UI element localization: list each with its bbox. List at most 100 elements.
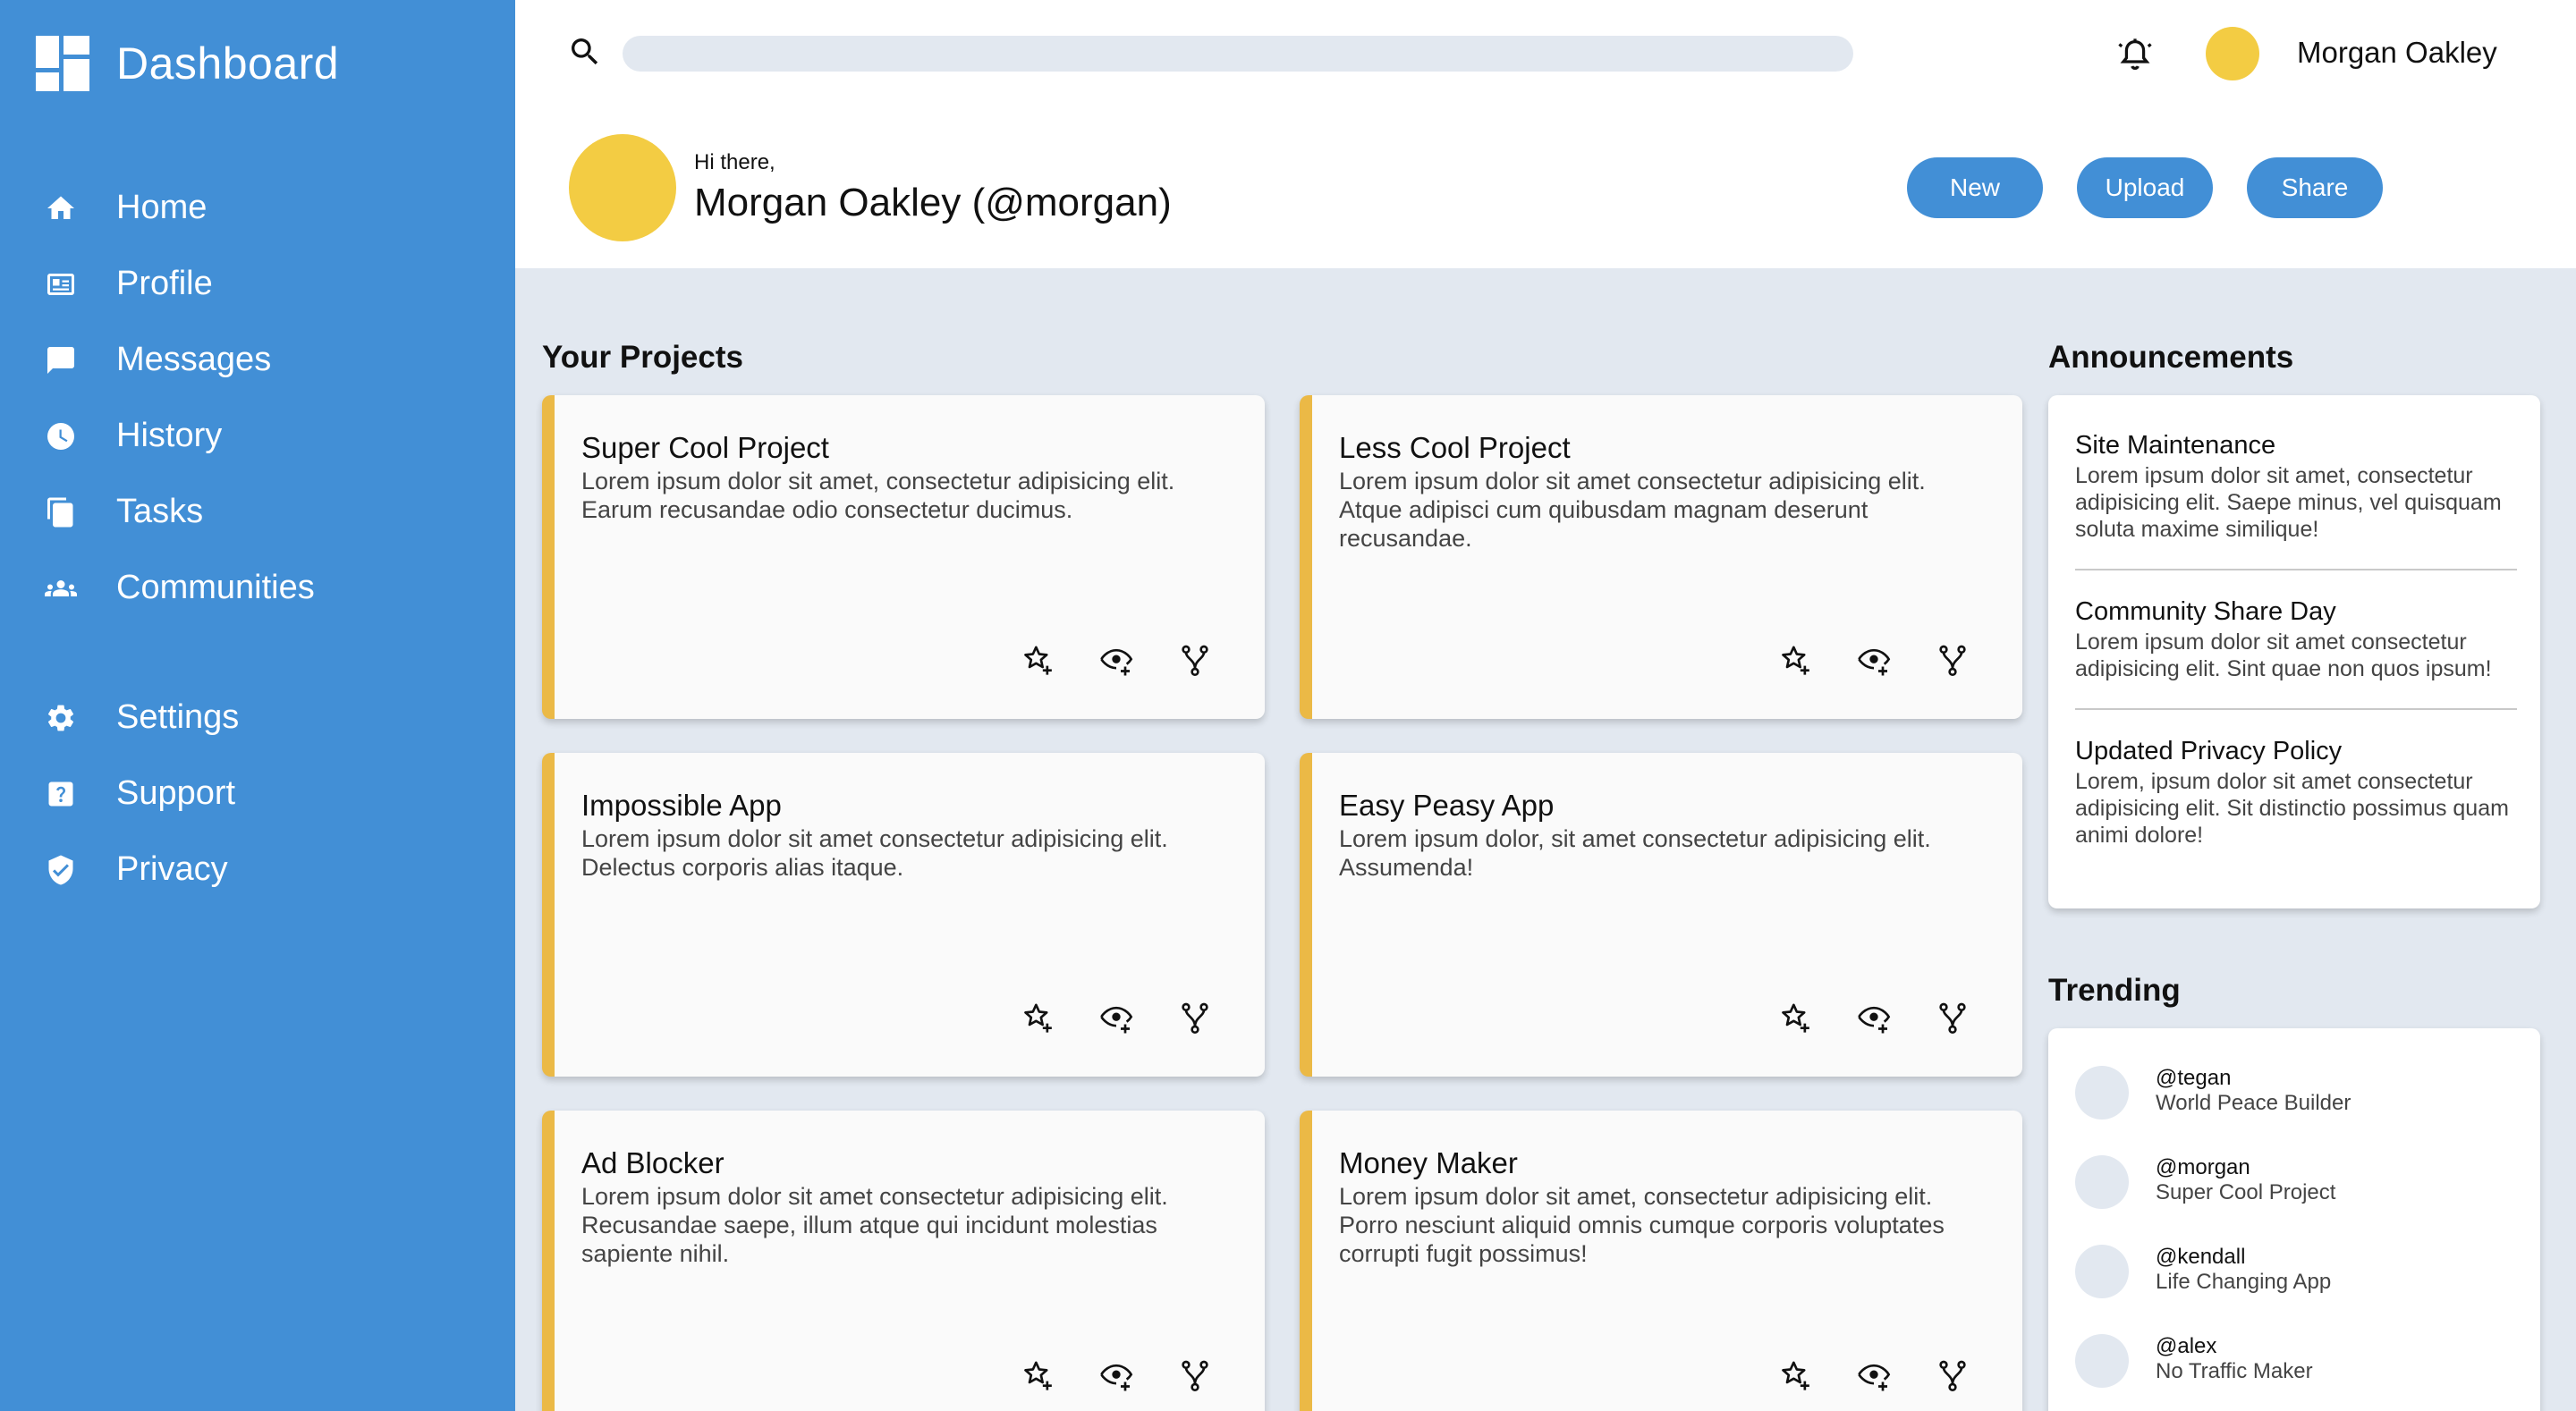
announcement-body: Lorem ipsum dolor sit amet consectetur a…	[2075, 629, 2492, 681]
sidebar-item-home[interactable]: Home	[0, 170, 515, 246]
announcement-item[interactable]: Site Maintenance Lorem ipsum dolor sit a…	[2075, 431, 2517, 543]
projects-heading: Your Projects	[542, 340, 743, 375]
project-title: Less Cool Project	[1339, 431, 1571, 464]
sidebar-item-label: Communities	[116, 569, 315, 606]
project-title: Impossible App	[581, 789, 782, 822]
sidebar-item-label: Profile	[116, 265, 213, 302]
trending-project: Life Changing App	[2156, 1270, 2332, 1294]
announcements-heading: Announcements	[2048, 340, 2294, 375]
sidebar-item-messages[interactable]: Messages	[0, 322, 515, 398]
announcement-item[interactable]: Updated Privacy Policy Lorem, ipsum dolo…	[2075, 737, 2517, 849]
fork-icon[interactable]	[1935, 642, 1970, 678]
search-icon[interactable]	[567, 34, 603, 70]
watch-eye-icon[interactable]	[1856, 1357, 1892, 1393]
watch-eye-icon[interactable]	[1856, 642, 1892, 678]
message-icon	[43, 342, 79, 378]
announcement-title: Site Maintenance	[2075, 431, 2276, 460]
greeting-text: Hi there,	[694, 150, 775, 174]
avatar	[2075, 1334, 2129, 1388]
sidebar-item-label: Support	[116, 774, 236, 812]
avatar	[2075, 1066, 2129, 1120]
new-button[interactable]: New	[1907, 157, 2043, 218]
announcement-title: Updated Privacy Policy	[2075, 737, 2343, 765]
gear-icon	[43, 700, 79, 736]
top-bar: Morgan Oakley	[515, 0, 2576, 107]
trending-handle: @alex	[2156, 1334, 2217, 1358]
project-description: Lorem ipsum dolor sit amet consectetur a…	[1339, 468, 1926, 552]
brand-title: Dashboard	[116, 38, 340, 89]
sidebar-item-tasks[interactable]: Tasks	[0, 474, 515, 550]
trending-handle: @tegan	[2156, 1066, 2232, 1090]
trending-item[interactable]: @tegan World Peace Builder	[2075, 1060, 2517, 1123]
sidebar-nav-main: Home Profile Messages History Tasks Comm…	[0, 170, 515, 626]
sidebar-item-settings[interactable]: Settings	[0, 680, 515, 756]
trending-item[interactable]: @alex No Traffic Maker	[2075, 1329, 2517, 1391]
trending-item[interactable]: @morgan Super Cool Project	[2075, 1150, 2517, 1212]
announcement-title: Community Share Day	[2075, 597, 2336, 626]
announcement-divider	[2075, 708, 2517, 710]
sidebar-item-history[interactable]: History	[0, 398, 515, 474]
sidebar-item-communities[interactable]: Communities	[0, 550, 515, 626]
watch-eye-icon[interactable]	[1098, 1357, 1134, 1393]
share-button[interactable]: Share	[2247, 157, 2383, 218]
star-add-icon[interactable]	[1777, 642, 1813, 678]
star-add-icon[interactable]	[1020, 1357, 1055, 1393]
document-icon	[43, 494, 79, 530]
trending-heading: Trending	[2048, 973, 2181, 1008]
announcement-divider	[2075, 569, 2517, 570]
project-title: Super Cool Project	[581, 431, 829, 464]
announcement-body: Lorem, ipsum dolor sit amet consectetur …	[2075, 769, 2509, 848]
project-card[interactable]: Money Maker Lorem ipsum dolor sit amet, c…	[1300, 1111, 2022, 1411]
trending-project: No Traffic Maker	[2156, 1359, 2313, 1383]
star-add-icon[interactable]	[1777, 1357, 1813, 1393]
announcements-panel: Site Maintenance Lorem ipsum dolor sit a…	[2048, 395, 2540, 908]
announcement-body: Lorem ipsum dolor sit amet, consectetur …	[2075, 463, 2502, 542]
bell-icon[interactable]	[2114, 34, 2156, 75]
upload-button[interactable]: Upload	[2077, 157, 2213, 218]
fork-icon[interactable]	[1177, 1000, 1213, 1035]
project-card[interactable]: Less Cool Project Lorem ipsum dolor sit a…	[1300, 395, 2022, 719]
dashboard-logo-icon	[36, 36, 89, 91]
sidebar-nav-secondary: Settings Support Privacy	[0, 680, 515, 908]
project-card[interactable]: Easy Peasy App Lorem ipsum dolor, sit ame…	[1300, 753, 2022, 1077]
sidebar-item-label: Privacy	[116, 850, 228, 888]
user-avatar[interactable]	[2206, 27, 2259, 80]
star-add-icon[interactable]	[1020, 642, 1055, 678]
brand[interactable]: Dashboard	[36, 36, 339, 91]
sidebar-item-label: Settings	[116, 698, 240, 736]
fork-icon[interactable]	[1177, 1357, 1213, 1393]
home-icon	[43, 190, 79, 226]
sidebar-item-label: Messages	[116, 341, 272, 378]
project-card[interactable]: Impossible App Lorem ipsum dolor sit amet…	[542, 753, 1265, 1077]
profile-card-icon	[43, 266, 79, 302]
project-card[interactable]: Super Cool Project Lorem ipsum dolor sit …	[542, 395, 1265, 719]
trending-item[interactable]: @kendall Life Changing App	[2075, 1239, 2517, 1302]
top-username[interactable]: Morgan Oakley	[2297, 36, 2497, 70]
fork-icon[interactable]	[1177, 642, 1213, 678]
watch-eye-icon[interactable]	[1098, 1000, 1134, 1035]
project-title: Ad Blocker	[581, 1146, 724, 1179]
sidebar-item-profile[interactable]: Profile	[0, 246, 515, 322]
sidebar-item-support[interactable]: Support	[0, 756, 515, 832]
watch-eye-icon[interactable]	[1098, 642, 1134, 678]
project-description: Lorem ipsum dolor sit amet, consectetur …	[581, 468, 1175, 523]
star-add-icon[interactable]	[1777, 1000, 1813, 1035]
avatar	[2075, 1245, 2129, 1298]
trending-handle: @kendall	[2156, 1245, 2246, 1269]
sidebar-item-label: Tasks	[116, 493, 204, 530]
fork-icon[interactable]	[1935, 1000, 1970, 1035]
project-description: Lorem ipsum dolor sit amet consectetur a…	[581, 825, 1168, 881]
profile-avatar	[569, 134, 676, 241]
watch-eye-icon[interactable]	[1856, 1000, 1892, 1035]
shield-icon	[43, 852, 79, 888]
fork-icon[interactable]	[1935, 1357, 1970, 1393]
project-card[interactable]: Ad Blocker Lorem ipsum dolor sit amet con…	[542, 1111, 1265, 1411]
greeting-header: Hi there, Morgan Oakley (@morgan) New Up…	[515, 107, 2576, 268]
trending-handle: @morgan	[2156, 1155, 2250, 1179]
sidebar-item-privacy[interactable]: Privacy	[0, 832, 515, 908]
announcement-item[interactable]: Community Share Day Lorem ipsum dolor si…	[2075, 597, 2517, 682]
help-icon	[43, 776, 79, 812]
clock-icon	[43, 418, 79, 454]
search-input[interactable]	[623, 36, 1853, 72]
star-add-icon[interactable]	[1020, 1000, 1055, 1035]
